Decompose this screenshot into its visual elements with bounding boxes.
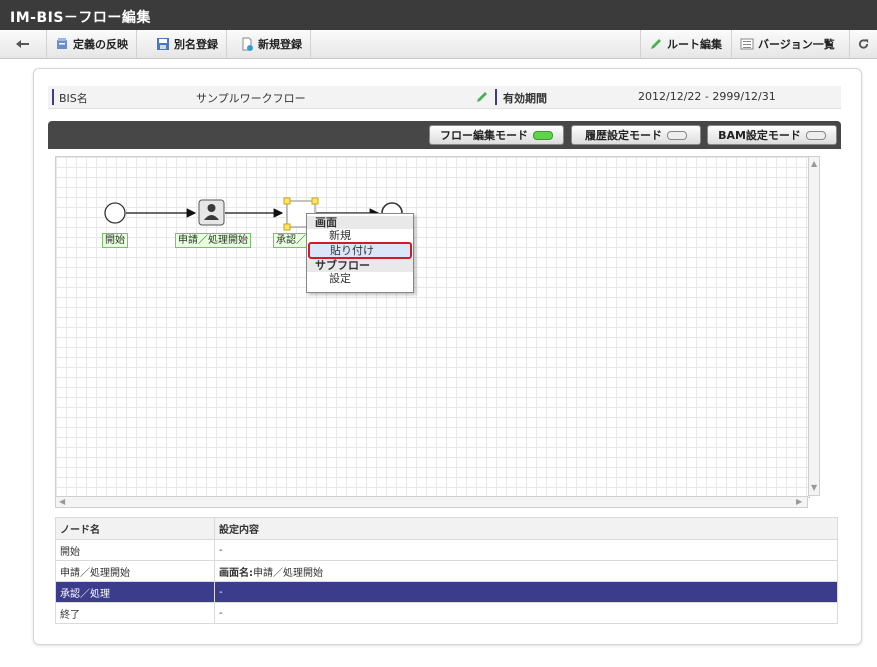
menu-item-settings[interactable]: 設定 [307,272,413,285]
node-setting-cell: - [214,581,838,603]
start-node[interactable] [104,202,126,224]
selection-handle[interactable] [283,223,291,231]
table-row-selected[interactable]: 承認／処理 - [55,581,838,603]
menu-item-paste[interactable]: 貼り付け [308,242,412,259]
setting-key: 画面名: [219,567,253,579]
node-label-apply: 申請／処理開始 [175,233,251,248]
node-label-approval: 承認／ [273,233,309,248]
node-setting-cell: - [214,602,838,624]
context-menu: 画面 新規 貼り付け サブフロー 設定 [306,213,414,293]
table-header-row: ノード名 設定内容 [55,517,838,540]
node-name-cell: 終了 [55,602,215,624]
selection-handle[interactable] [283,197,291,205]
node-name-cell: 承認／処理 [55,581,215,603]
table-row[interactable]: 申請／処理開始 画面名:申請／処理開始 [55,560,838,582]
menu-section-subflow: サブフロー [307,259,413,272]
node-table: ノード名 設定内容 開始 - 申請／処理開始 画面名:申請／処理開始 承認／処理… [55,517,838,624]
column-header: 設定内容 [214,517,838,540]
user-task-node[interactable] [198,199,225,226]
node-setting-cell: 画面名:申請／処理開始 [214,560,838,582]
table-row[interactable]: 開始 - [55,539,838,561]
node-name-cell: 開始 [55,539,215,561]
user-icon [207,204,216,212]
setting-value: 申請／処理開始 [253,567,323,579]
selection-handle[interactable] [311,197,319,205]
node-setting-cell: - [214,539,838,561]
column-header: ノード名 [55,517,215,540]
menu-section-screen: 画面 [307,216,413,229]
node-name-cell: 申請／処理開始 [55,560,215,582]
table-row[interactable]: 終了 - [55,602,838,624]
menu-item-new[interactable]: 新規 [307,229,413,242]
node-label-start: 開始 [102,233,128,248]
